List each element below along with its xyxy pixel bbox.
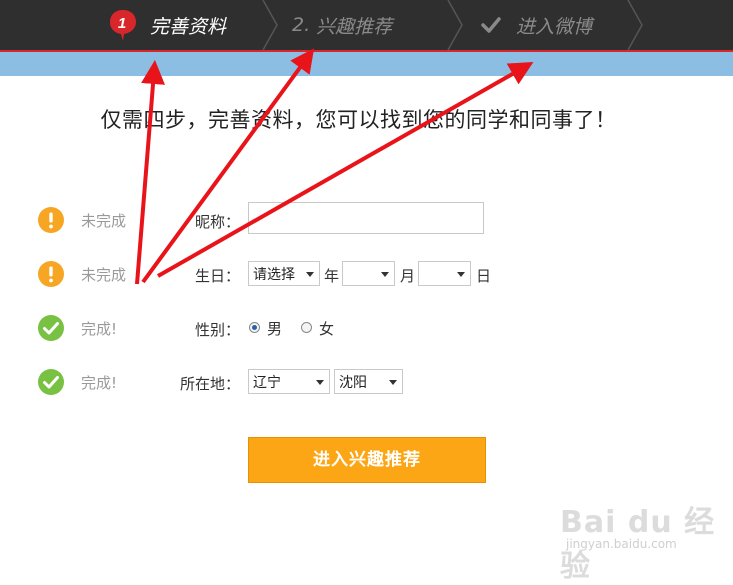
progress-stripe [0,52,733,76]
next-interest-recommend-button[interactable]: 进入兴趣推荐 [248,437,486,483]
province-value: 辽宁 [253,374,281,391]
caret-down-icon [316,380,324,385]
page-title: 仅需四步，完善资料，您可以找到您的同学和同事了！ [100,108,617,132]
nickname-label: 昵称： [194,213,240,231]
day-unit: 日 [476,267,492,285]
birthday-label: 生日： [194,267,240,285]
checkmark-icon [481,17,501,33]
gender-male-radio[interactable] [249,322,260,333]
success-check-icon [38,369,64,395]
step-divider-chevron-icon [447,0,463,50]
step-divider-chevron-icon [627,0,643,50]
annotation-arrow [157,62,534,278]
step-1-label: 完善资料 [150,15,227,38]
step-interest-recommend: 2. 兴趣推荐 [292,0,392,50]
form-row-nickname: 未完成 昵称： [0,202,733,237]
status-text: 未完成 [81,266,127,284]
city-value: 沈阳 [339,374,367,391]
step-3-label: 进入微博 [516,15,593,38]
nickname-input[interactable] [248,202,484,234]
status-text: 未完成 [81,212,127,230]
caret-down-icon [381,272,389,277]
warning-icon [38,261,64,287]
step-2-number: 2. [292,14,311,36]
gender-female-label[interactable]: 女 [319,318,334,339]
baidu-jingyan-watermark: Bai du 经验 jingyan.baidu.com [560,497,725,584]
watermark-url: jingyan.baidu.com [566,537,677,551]
step-complete-profile: 1 完善资料 [108,0,226,50]
birth-year-select[interactable]: 请选择 [248,261,320,286]
svg-text:1: 1 [118,15,126,32]
form-row-birthday: 未完成 生日： 请选择 年 月 日 [0,257,733,291]
caret-down-icon [389,380,397,385]
birth-year-value: 请选择 [253,266,295,283]
annotation-arrow [141,48,315,284]
step-divider-chevron-icon [262,0,278,50]
warning-icon [38,207,64,233]
success-check-icon [38,315,64,341]
caret-down-icon [306,272,314,277]
location-label: 所在地： [179,375,240,393]
province-select[interactable]: 辽宁 [248,369,330,394]
step-enter-weibo: 进入微博 [480,0,592,50]
form-row-gender: 完成! 性别： 男 女 [0,311,733,345]
year-unit: 年 [324,267,340,285]
city-select[interactable]: 沈阳 [334,369,403,394]
gender-female-radio[interactable] [301,322,312,333]
gender-male-label[interactable]: 男 [267,318,282,339]
birth-month-select[interactable] [342,261,395,286]
birth-day-select[interactable] [418,261,471,286]
status-text: 完成! [81,320,118,338]
caret-down-icon [457,272,465,277]
step-2-label: 兴趣推荐 [316,15,393,38]
status-text: 完成! [81,374,118,392]
step-number-badge-icon: 1 [108,8,138,42]
form-row-location: 完成! 所在地： 辽宁 沈阳 [0,365,733,399]
step-progress-bar: 1 完善资料 2. 兴趣推荐 进入微博 [0,0,733,52]
month-unit: 月 [400,267,416,285]
gender-label: 性别： [194,321,240,339]
